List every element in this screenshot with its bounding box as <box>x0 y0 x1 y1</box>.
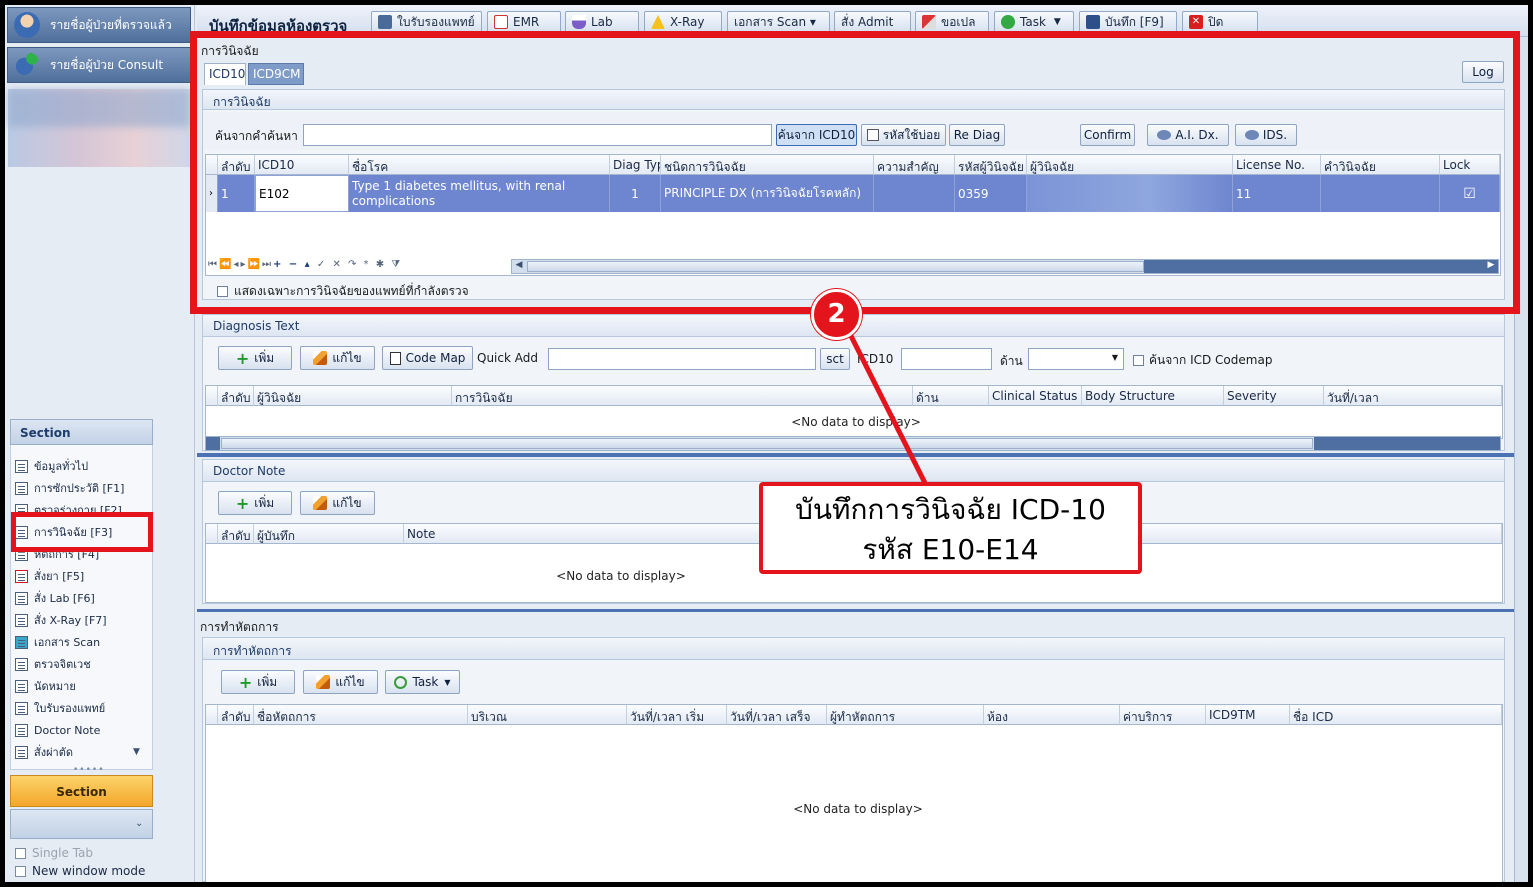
app-window: รายชื่อผู้ป่วยที่ตรวจแล้ว รายชื่อผู้ป่วย… <box>5 5 1528 882</box>
annotation-line-1: บันทึกการวินิจฉัย ICD-10 <box>795 493 1106 526</box>
callout-pointer <box>845 328 928 485</box>
annotation-callout: บันทึกการวินิจฉัย ICD-10 รหัส E10-E14 <box>759 482 1142 574</box>
step-number-badge: 2 <box>811 289 862 340</box>
annotation-line-2: รหัส E10-E14 <box>862 533 1039 566</box>
